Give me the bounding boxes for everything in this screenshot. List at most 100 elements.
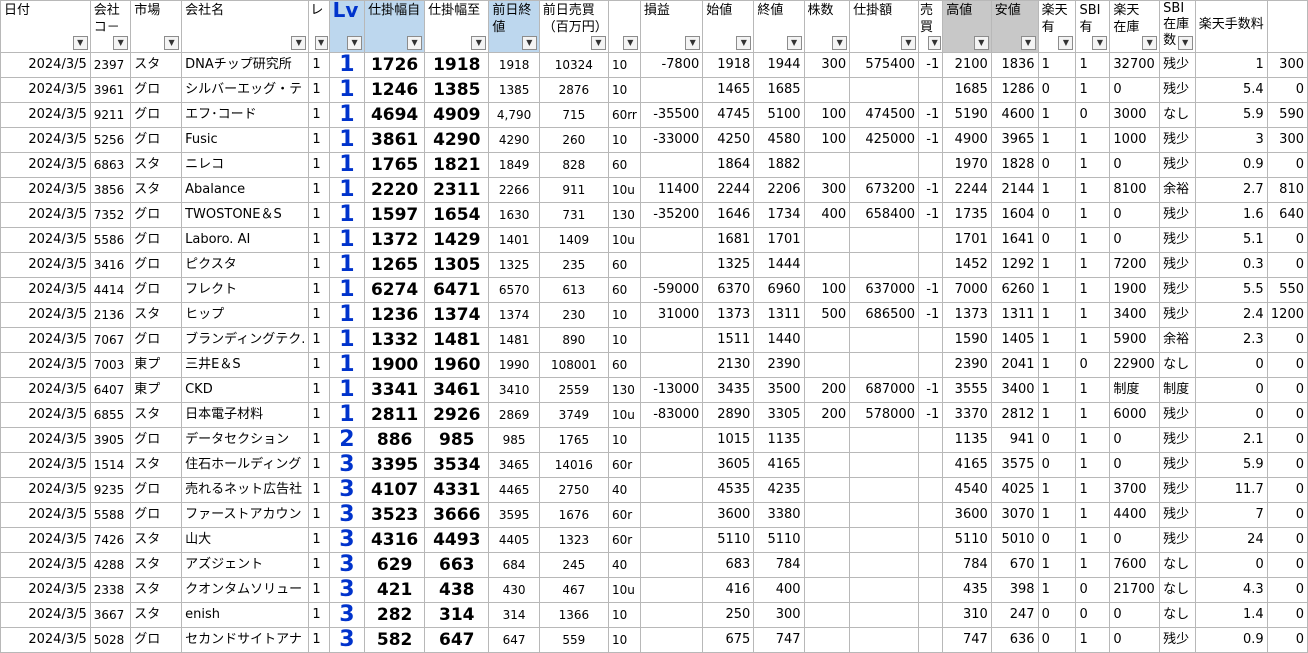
cell-pnl[interactable] xyxy=(639,252,704,278)
cell-to[interactable]: 1429 xyxy=(424,227,490,253)
cell-rakuten-stock[interactable]: 5900 xyxy=(1109,327,1161,353)
cell-amount[interactable] xyxy=(849,77,919,103)
cell-amount[interactable]: 687000 xyxy=(849,377,919,403)
cell-misc[interactable]: 10u xyxy=(607,577,641,603)
cell-code[interactable]: 5256 xyxy=(89,127,132,153)
filter-dropdown-icon[interactable]: ▼ xyxy=(471,36,487,50)
cell-shares[interactable] xyxy=(803,252,851,278)
cell-fee2[interactable]: 550 xyxy=(1266,277,1308,303)
cell-prev-close[interactable]: 1849 xyxy=(488,152,540,178)
header-prev-volume[interactable]: 前日売買 （百万円） ▼ xyxy=(538,0,609,53)
cell-date[interactable]: 2024/3/5 xyxy=(0,227,91,253)
cell-from[interactable]: 1246 xyxy=(364,77,426,103)
cell-prev-close[interactable]: 985 xyxy=(488,427,540,453)
cell-misc[interactable]: 10 xyxy=(607,52,641,78)
header-to[interactable]: 仕掛幅至 ▼ xyxy=(424,0,490,53)
cell-prev-volume[interactable]: 1409 xyxy=(538,227,609,253)
cell-rakuten-avail[interactable]: 1 xyxy=(1037,302,1077,328)
cell-side[interactable] xyxy=(917,602,944,628)
cell-misc[interactable]: 60 xyxy=(607,252,641,278)
cell-to[interactable]: 1385 xyxy=(424,77,490,103)
cell-open[interactable]: 5110 xyxy=(702,527,755,553)
cell-amount[interactable]: 673200 xyxy=(849,177,919,203)
cell-sbi-avail[interactable]: 1 xyxy=(1075,527,1111,553)
cell-prev-close[interactable]: 314 xyxy=(488,602,540,628)
cell-date[interactable]: 2024/3/5 xyxy=(0,127,91,153)
cell-prev-close[interactable]: 6570 xyxy=(488,277,540,303)
cell-shares[interactable]: 200 xyxy=(803,402,851,428)
cell-date[interactable]: 2024/3/5 xyxy=(0,327,91,353)
cell-rakuten-stock[interactable]: 3000 xyxy=(1109,102,1161,128)
cell-from[interactable]: 1372 xyxy=(364,227,426,253)
cell-rakuten-avail[interactable]: 1 xyxy=(1037,502,1077,528)
cell-prev-close[interactable]: 1918 xyxy=(488,52,540,78)
cell-high[interactable]: 1735 xyxy=(942,202,992,228)
cell-open[interactable]: 250 xyxy=(702,602,755,628)
cell-fee1[interactable]: 5.9 xyxy=(1194,452,1268,478)
cell-fee1[interactable]: 5.1 xyxy=(1194,227,1268,253)
cell-sbi-stock[interactable]: なし xyxy=(1159,577,1196,603)
cell-rakuten-stock[interactable]: 制度 xyxy=(1109,377,1161,403)
cell-company-name[interactable]: アズジェント xyxy=(181,552,310,578)
cell-low[interactable]: 1311 xyxy=(990,302,1039,328)
cell-misc[interactable]: 60r xyxy=(607,452,641,478)
filter-dropdown-icon[interactable]: ▼ xyxy=(928,36,942,50)
cell-company-name[interactable]: シルバーエッグ・テ xyxy=(181,77,310,103)
cell-from[interactable]: 1765 xyxy=(364,152,426,178)
cell-prev-close[interactable]: 4405 xyxy=(488,527,540,553)
cell-close[interactable]: 1701 xyxy=(753,227,805,253)
cell-market[interactable]: グロ xyxy=(130,202,183,228)
cell-market[interactable]: スタ xyxy=(130,177,183,203)
cell-pnl[interactable] xyxy=(639,427,704,453)
header-high[interactable]: 高値 ▼ xyxy=(942,0,992,53)
cell-prev-close[interactable]: 1385 xyxy=(488,77,540,103)
cell-amount[interactable]: 474500 xyxy=(849,102,919,128)
filter-dropdown-icon[interactable]: ▼ xyxy=(1142,36,1158,50)
cell-sbi-stock[interactable]: 残少 xyxy=(1159,227,1196,253)
cell-open[interactable]: 3600 xyxy=(702,502,755,528)
cell-sbi-stock[interactable]: 残少 xyxy=(1159,52,1196,78)
cell-prev-close[interactable]: 1630 xyxy=(488,202,540,228)
cell-rakuten-avail[interactable]: 0 xyxy=(1037,77,1077,103)
header-code[interactable]: 会社 コ－ ▼ xyxy=(89,0,132,53)
cell-sbi-stock[interactable]: 残少 xyxy=(1159,302,1196,328)
cell-level[interactable]: 1 xyxy=(308,202,330,228)
cell-lv[interactable]: 1 xyxy=(328,127,366,153)
header-prev-close[interactable]: 前日終値 ▼ xyxy=(488,0,540,53)
cell-open[interactable]: 1918 xyxy=(702,52,755,78)
cell-close[interactable]: 4580 xyxy=(753,127,805,153)
cell-market[interactable]: スタ xyxy=(130,577,183,603)
cell-sbi-avail[interactable]: 1 xyxy=(1075,227,1111,253)
filter-dropdown-icon[interactable]: ▼ xyxy=(72,36,88,50)
cell-pnl[interactable] xyxy=(639,577,704,603)
cell-level[interactable]: 1 xyxy=(308,77,330,103)
cell-lv[interactable]: 3 xyxy=(328,552,366,578)
cell-high[interactable]: 2100 xyxy=(942,52,992,78)
cell-low[interactable]: 398 xyxy=(990,577,1039,603)
filter-dropdown-icon[interactable]: ▼ xyxy=(291,36,307,50)
cell-side[interactable]: -1 xyxy=(917,177,944,203)
cell-code[interactable]: 7003 xyxy=(89,352,132,378)
cell-sbi-avail[interactable]: 1 xyxy=(1075,427,1111,453)
cell-low[interactable]: 1292 xyxy=(990,252,1039,278)
cell-side[interactable]: -1 xyxy=(917,52,944,78)
cell-low[interactable]: 2041 xyxy=(990,352,1039,378)
cell-rakuten-avail[interactable]: 1 xyxy=(1037,102,1077,128)
cell-amount[interactable]: 575400 xyxy=(849,52,919,78)
cell-sbi-avail[interactable]: 1 xyxy=(1075,552,1111,578)
cell-high[interactable]: 3600 xyxy=(942,502,992,528)
cell-fee2[interactable]: 0 xyxy=(1266,527,1308,553)
cell-sbi-avail[interactable]: 0 xyxy=(1075,102,1111,128)
cell-from[interactable]: 2811 xyxy=(364,402,426,428)
cell-rakuten-avail[interactable]: 1 xyxy=(1037,477,1077,503)
cell-company-name[interactable]: ファーストアカウン xyxy=(181,502,310,528)
cell-open[interactable]: 2890 xyxy=(702,402,755,428)
cell-code[interactable]: 1514 xyxy=(89,452,132,478)
cell-misc[interactable]: 130 xyxy=(607,377,641,403)
cell-prev-close[interactable]: 684 xyxy=(488,552,540,578)
cell-rakuten-stock[interactable]: 8100 xyxy=(1109,177,1161,203)
cell-prev-volume[interactable]: 245 xyxy=(538,552,609,578)
cell-amount[interactable] xyxy=(849,227,919,253)
cell-rakuten-avail[interactable]: 1 xyxy=(1037,577,1077,603)
cell-shares[interactable] xyxy=(803,352,851,378)
